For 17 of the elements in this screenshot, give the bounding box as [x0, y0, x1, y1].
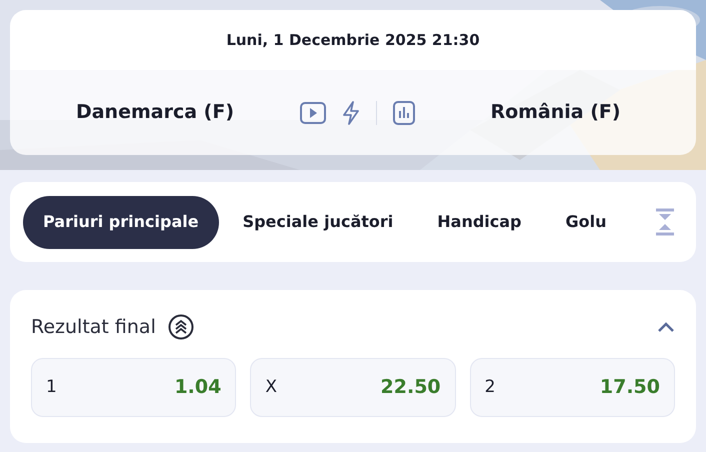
play-icon[interactable]: [300, 102, 326, 124]
odds-button[interactable]: 1 1.04: [31, 358, 236, 417]
collapse-all-icon[interactable]: [654, 208, 676, 236]
team-name: Danemarca (F): [76, 100, 234, 126]
market-tab[interactable]: Golu: [546, 196, 626, 248]
stats-icon[interactable]: [393, 100, 415, 124]
odds-button[interactable]: X 22.50: [250, 358, 456, 417]
market-tab[interactable]: Handicap: [417, 196, 542, 248]
layers-icon: [168, 314, 194, 340]
match-date: Luni, 1 Decembrie 2025 21:30: [226, 30, 480, 51]
market-tab[interactable]: Pariuri principale: [23, 196, 219, 248]
odds-button[interactable]: 2 17.50: [470, 358, 675, 417]
market-title: Rezultat final: [31, 314, 156, 340]
team-name: România (F): [490, 100, 621, 126]
lightning-icon[interactable]: [342, 100, 360, 124]
chevron-up-icon[interactable]: [657, 321, 675, 333]
market-tab[interactable]: Speciale jucători: [222, 196, 414, 248]
